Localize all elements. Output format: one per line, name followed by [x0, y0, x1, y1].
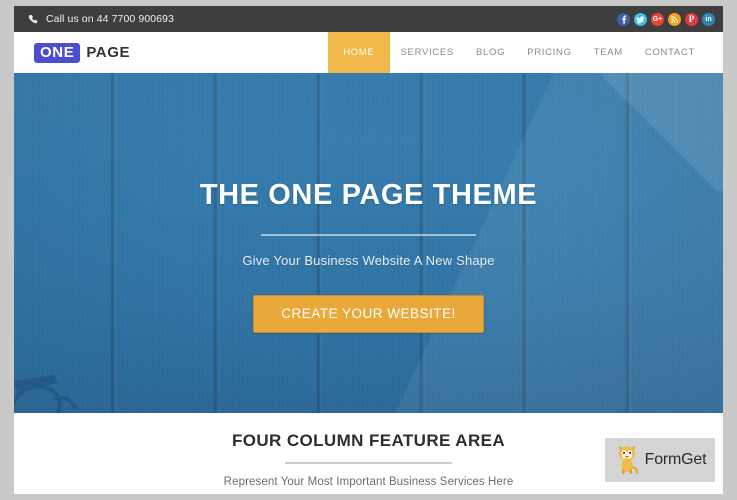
hero-content: THE ONE PAGE THEME Give Your Business We… — [14, 73, 723, 413]
nav-item-home[interactable]: HOME — [328, 32, 390, 73]
feature-divider — [285, 462, 452, 464]
nav-item-services[interactable]: SERVICES — [390, 32, 465, 73]
site-logo[interactable]: ONE PAGE — [14, 32, 130, 73]
pinterest-icon[interactable]: P — [685, 12, 698, 26]
hero-title: THE ONE PAGE THEME — [199, 179, 538, 211]
facebook-icon[interactable] — [617, 12, 630, 26]
twitter-icon[interactable] — [634, 12, 647, 26]
nav-end-spacer — [706, 32, 723, 73]
logo-word: PAGE — [86, 44, 131, 61]
top-contact-bar: Call us on 44 7700 900693 G+ P in — [14, 6, 723, 32]
webpage: Call us on 44 7700 900693 G+ P in ONE PA… — [14, 6, 723, 494]
logo-badge: ONE — [34, 42, 81, 63]
top-contact-left: Call us on 44 7700 900693 — [28, 13, 174, 25]
formget-brand-text: FormGet — [644, 451, 707, 468]
create-website-button[interactable]: CREATE YOUR WEBSITE! — [253, 295, 484, 333]
main-navigation: HOME SERVICES BLOG PRICING TEAM CONTACT — [328, 32, 723, 73]
phone-icon — [28, 14, 39, 25]
formget-watermark: FormGet — [605, 438, 715, 482]
hero-divider — [261, 234, 476, 236]
linkedin-icon[interactable]: in — [702, 12, 715, 26]
cat-mascot-icon — [618, 446, 638, 475]
feature-title: FOUR COLUMN FEATURE AREA — [231, 431, 506, 450]
feature-subtitle: Represent Your Most Important Business S… — [223, 476, 514, 488]
nav-item-team[interactable]: TEAM — [583, 32, 634, 73]
nav-item-contact[interactable]: CONTACT — [634, 32, 706, 73]
nav-item-blog[interactable]: BLOG — [465, 32, 516, 73]
rss-icon[interactable] — [668, 12, 681, 26]
nav-item-pricing[interactable]: PRICING — [516, 32, 583, 73]
screenshot-frame: Call us on 44 7700 900693 G+ P in ONE PA… — [0, 0, 737, 500]
hero-subtitle: Give Your Business Website A New Shape — [242, 253, 495, 268]
social-links: G+ P in — [617, 12, 715, 26]
google-plus-icon[interactable]: G+ — [651, 12, 664, 26]
contact-text: Call us on 44 7700 900693 — [46, 13, 175, 25]
hero-section: THE ONE PAGE THEME Give Your Business We… — [14, 73, 723, 413]
site-header: ONE PAGE HOME SERVICES BLOG PRICING TEAM… — [14, 32, 723, 73]
